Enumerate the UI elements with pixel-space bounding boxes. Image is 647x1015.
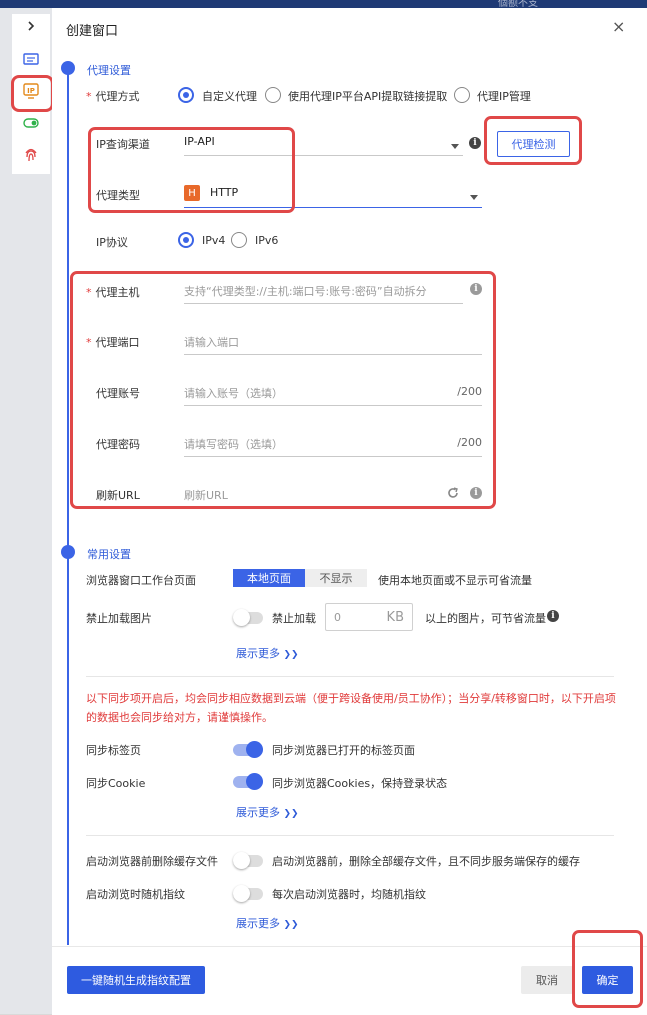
show-more-link-3[interactable]: 展示更多 ❯❯: [236, 915, 299, 931]
section-dot-proxy: [61, 61, 75, 75]
highlight-channel-type: [88, 127, 295, 213]
clear-cache-desc: 启动浏览器前，删除全部缓存文件，且不同步服务端保存的缓存: [272, 855, 580, 868]
workbench-label: 浏览器窗口工作台页面: [86, 574, 196, 587]
proxy-mode-option-manage[interactable]: 代理IP管理: [477, 88, 531, 104]
sync-warning: 以下同步项开启后，均会同步相应数据到云端（便于跨设备使用/员工协作）；当分享/转…: [86, 692, 616, 724]
sync-tabs-desc: 同步浏览器已打开的标签页面: [272, 744, 415, 757]
close-icon[interactable]: ×: [612, 17, 625, 36]
cancel-button[interactable]: 取消: [521, 966, 573, 994]
timeline-line-2: [67, 555, 69, 945]
timeline-line: [67, 72, 69, 552]
ipv6-label[interactable]: IPv6: [255, 234, 278, 247]
divider-1: [86, 676, 614, 677]
divider-2: [86, 835, 614, 836]
workbench-segmented: 本地页面 不显示: [233, 569, 367, 587]
expand-chevron-icon[interactable]: [22, 18, 40, 34]
common-section-title: 常用设置: [87, 548, 131, 561]
random-fp-desc: 每次启动浏览器时，均随机指纹: [272, 888, 426, 901]
dialog-title: 创建窗口: [66, 24, 119, 39]
workbench-option-none[interactable]: 不显示: [305, 569, 367, 587]
sync-tabs-toggle[interactable]: [233, 741, 263, 758]
sync-cookie-desc: 同步浏览器Cookies，保持登录状态: [272, 777, 448, 790]
sync-cookie-label: 同步Cookie: [86, 777, 146, 790]
image-size-input[interactable]: 0 KB: [325, 603, 413, 631]
ip-protocol-label: IP协议: [96, 236, 128, 249]
workbench-option-local[interactable]: 本地页面: [233, 569, 305, 587]
ipv6-radio[interactable]: [231, 232, 247, 248]
highlight-rail-ip: [11, 75, 54, 112]
random-fp-toggle[interactable]: [233, 885, 263, 902]
block-images-text: 禁止加载: [272, 612, 316, 625]
block-images-toggle[interactable]: [233, 609, 263, 626]
images-info-icon[interactable]: i: [547, 610, 559, 622]
highlight-proxy-fields: [70, 271, 496, 509]
show-more-link-2[interactable]: 展示更多 ❯❯: [236, 804, 299, 820]
ipv4-radio[interactable]: [178, 232, 194, 248]
highlight-confirm-button: [572, 930, 643, 1008]
show-more-link-1[interactable]: 展示更多 ❯❯: [236, 645, 299, 661]
channel-info-icon[interactable]: i: [469, 137, 481, 149]
proxy-mode-radio-api[interactable]: [265, 87, 281, 103]
clear-cache-toggle[interactable]: [233, 852, 263, 869]
top-header-bar: 個额不支: [0, 0, 647, 9]
block-images-hint: 以上的图片，可节省流量: [425, 612, 546, 625]
double-chevron-down-icon: ❯❯: [283, 809, 299, 819]
proxy-section-title: 代理设置: [87, 64, 131, 77]
double-chevron-down-icon: ❯❯: [283, 920, 299, 930]
section-dot-common: [61, 545, 75, 559]
proxy-mode-option-api[interactable]: 使用代理IP平台API提取链接提取: [288, 88, 447, 104]
dropdown-arrow-icon: [470, 190, 478, 203]
toggle-settings-icon[interactable]: [22, 115, 40, 131]
double-chevron-down-icon: ❯❯: [283, 650, 299, 660]
ipv4-label[interactable]: IPv4: [202, 234, 225, 247]
workbench-hint: 使用本地页面或不显示可省流量: [378, 574, 532, 587]
block-images-label: 禁止加载图片: [86, 612, 152, 625]
fingerprint-icon[interactable]: [22, 147, 40, 163]
proxy-mode-label: * 代理方式: [86, 90, 140, 103]
proxy-mode-option-custom[interactable]: 自定义代理: [202, 88, 257, 104]
sync-cookie-toggle[interactable]: [233, 773, 263, 790]
sync-tabs-label: 同步标签页: [86, 744, 141, 757]
clear-cache-label: 启动浏览器前删除缓存文件: [86, 855, 218, 868]
highlight-check-button: [484, 116, 582, 165]
browser-window-icon[interactable]: [22, 52, 40, 68]
proxy-mode-radio-custom[interactable]: [178, 87, 194, 103]
generate-fingerprint-button[interactable]: 一键随机生成指纹配置: [67, 966, 205, 994]
random-fp-label: 启动浏览时随机指纹: [86, 888, 185, 901]
proxy-mode-radio-manage[interactable]: [454, 87, 470, 103]
dropdown-arrow-icon: [451, 139, 459, 152]
